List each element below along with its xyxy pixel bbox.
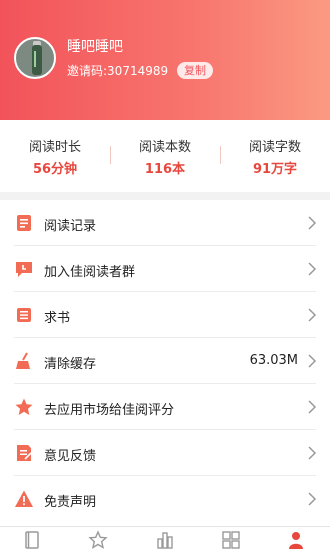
reading-stats: 阅读时长 56分钟 阅读本数 116本 阅读字数 91万字 (0, 120, 330, 192)
chevron-right-icon (308, 308, 317, 322)
stat-label: 阅读字数 (248, 140, 301, 155)
stat-value: 116本 (144, 162, 186, 177)
category-grid-icon[interactable] (221, 530, 241, 550)
menu-item-rate-app[interactable]: 去应用市场给佳阅评分 (0, 384, 330, 430)
menu-item-label: 去应用市场给佳阅评分 (44, 403, 175, 418)
menu-item-disclaimer[interactable]: 免责声明 (0, 476, 330, 522)
star-icon[interactable] (88, 530, 108, 550)
ranking-icon[interactable] (155, 530, 175, 550)
chevron-right-icon (308, 354, 317, 368)
profile-icon[interactable] (286, 530, 306, 550)
request-book-icon (17, 308, 31, 322)
stat-value: 91万字 (252, 162, 298, 177)
invite-code: 邀请码:30714989 (67, 64, 169, 78)
settings-menu: 阅读记录 加入佳阅读者群 求书 清除缓存 63.03M 去应用市场给佳阅评分 意… (0, 200, 330, 526)
menu-item-feedback[interactable]: 意见反馈 (0, 430, 330, 476)
chat-group-icon (16, 262, 32, 277)
bookshelf-icon[interactable] (22, 530, 42, 550)
warning-icon (15, 490, 33, 507)
bottom-tab-bar (0, 526, 330, 550)
stat-reading-time: 阅读时长 56分钟 (0, 120, 110, 192)
chevron-right-icon (308, 446, 317, 460)
menu-item-label: 免责声明 (44, 495, 97, 510)
stat-words-read: 阅读字数 91万字 (220, 120, 330, 192)
menu-item-label: 清除缓存 (44, 357, 97, 372)
chevron-right-icon (308, 492, 317, 506)
chevron-right-icon (308, 216, 317, 230)
menu-item-clear-cache[interactable]: 清除缓存 63.03M (0, 338, 330, 384)
menu-item-join-group[interactable]: 加入佳阅读者群 (0, 246, 330, 292)
stat-label: 阅读本数 (138, 140, 191, 155)
broom-icon (16, 352, 30, 369)
stat-books-read: 阅读本数 116本 (110, 120, 220, 192)
stat-value: 56分钟 (32, 162, 78, 177)
star-icon (15, 398, 33, 415)
profile-header: 睡吧睡吧 邀请码:30714989 复制 (0, 0, 330, 120)
menu-item-request-book[interactable]: 求书 (0, 292, 330, 338)
menu-item-reading-record[interactable]: 阅读记录 (0, 200, 330, 246)
feedback-icon (17, 445, 32, 461)
chevron-right-icon (308, 262, 317, 276)
menu-item-label: 意见反馈 (44, 449, 97, 464)
cache-size: 63.03M (249, 353, 298, 368)
menu-item-label: 阅读记录 (44, 219, 97, 234)
avatar[interactable] (14, 37, 56, 79)
username: 睡吧睡吧 (67, 39, 123, 55)
chevron-right-icon (308, 400, 317, 414)
menu-item-label: 求书 (44, 311, 71, 326)
reading-record-icon (17, 215, 31, 231)
menu-item-label: 加入佳阅读者群 (44, 265, 136, 280)
stat-label: 阅读时长 (28, 140, 81, 155)
copy-button[interactable]: 复制 (177, 62, 213, 79)
